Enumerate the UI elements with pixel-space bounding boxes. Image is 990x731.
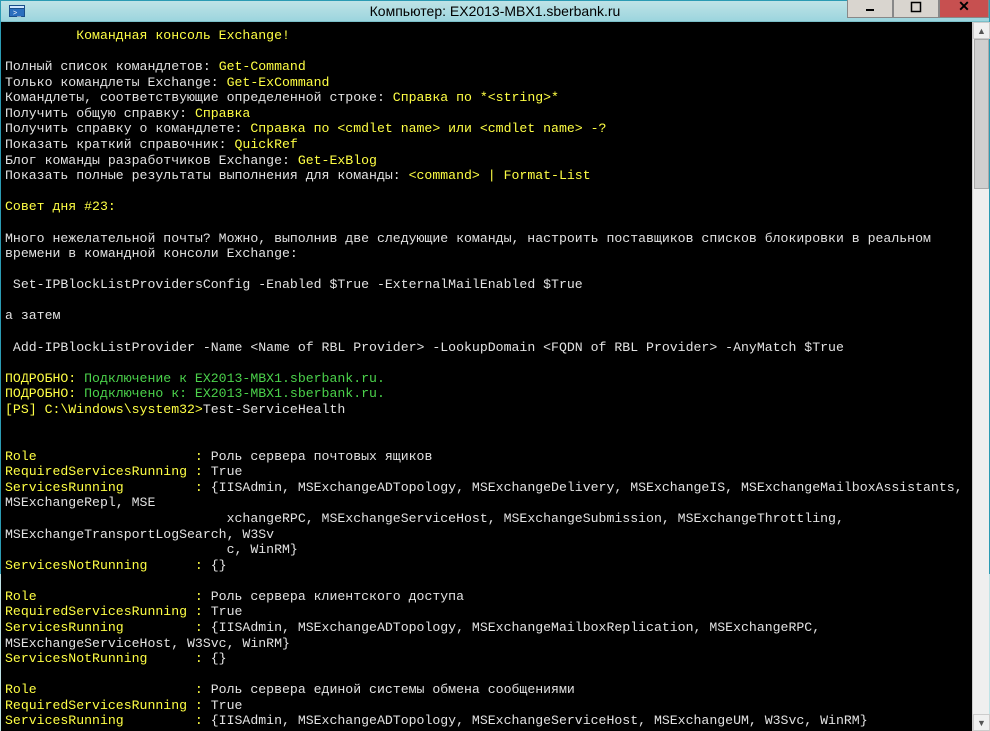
maximize-button[interactable] xyxy=(893,0,939,18)
console-area: Командная консоль Exchange! Полный списо… xyxy=(1,22,989,731)
close-button[interactable]: ✕ xyxy=(939,0,989,18)
scroll-up-button[interactable]: ▲ xyxy=(973,22,990,39)
console-output[interactable]: Командная консоль Exchange! Полный списо… xyxy=(1,22,972,731)
titlebar[interactable]: >_ Компьютер: EX2013-MBX1.sberbank.ru ✕ xyxy=(1,1,989,22)
scroll-down-button[interactable]: ▼ xyxy=(973,714,990,731)
minimize-button[interactable] xyxy=(847,0,893,18)
close-icon: ✕ xyxy=(958,0,970,15)
svg-text:>_: >_ xyxy=(13,10,21,17)
window-buttons: ✕ xyxy=(847,0,989,18)
window-title: Компьютер: EX2013-MBX1.sberbank.ru xyxy=(1,3,989,19)
scroll-thumb[interactable] xyxy=(974,39,989,189)
scrollbar[interactable]: ▲ ▼ xyxy=(972,22,989,731)
app-icon: >_ xyxy=(7,1,27,21)
window: >_ Компьютер: EX2013-MBX1.sberbank.ru ✕ … xyxy=(0,0,990,574)
